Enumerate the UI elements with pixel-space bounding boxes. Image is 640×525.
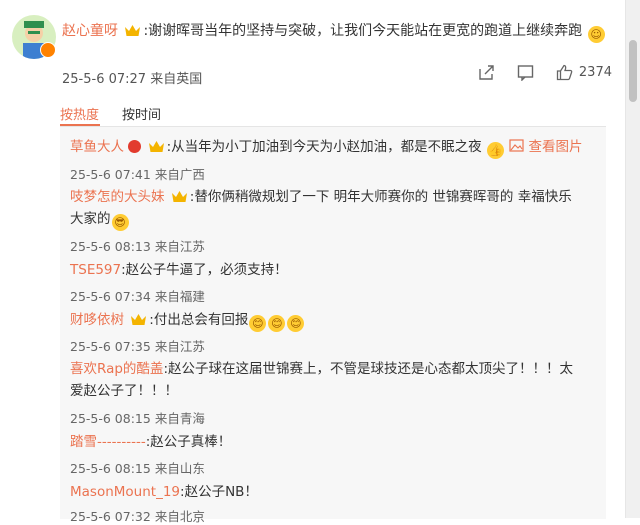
reply-timestamp: 25-5-6 07:34 — [70, 289, 151, 304]
reply-item: 财哆依树 :付出总会有回报 😊 😊 😊 — [70, 309, 610, 332]
reply-meta: 25-5-6 07:34 来自福建 — [70, 286, 205, 305]
crown-icon — [125, 25, 141, 36]
main-comment: 赵心童呀 :谢谢晖哥当年的坚持与突破，让我们今天能站在更宽的跑道上继续奔跑 ☺ — [62, 18, 622, 44]
reply-text: :赵公子牛逼了，必须支持！ — [121, 262, 288, 278]
reply-username[interactable]: 财哆依树 — [70, 312, 124, 328]
reply-location: 来自江苏 — [154, 239, 205, 254]
reply-item: 踏雪----------:赵公子真棒！ — [70, 431, 610, 453]
share-icon[interactable] — [478, 64, 495, 81]
reply-username[interactable]: TSE597 — [70, 262, 121, 278]
crown-icon — [171, 191, 187, 202]
reply-item: 草鱼大人 :从当年为小丁加油到今天为小赵加油，都是不眠之夜 👍 查看图片 — [70, 136, 610, 159]
scrollbar-thumb[interactable] — [629, 40, 637, 102]
reply-location: 来自江苏 — [154, 339, 205, 354]
reply-timestamp: 25-5-6 08:15 — [70, 461, 151, 476]
reply-username[interactable]: 吱梦怎的大头妹 — [70, 189, 165, 205]
reply-item: 吱梦怎的大头妹 :替你俩稍微规划了一下 明年大师赛你的 世锦赛晖哥的 幸福快乐 … — [70, 186, 610, 231]
main-comment-location: 来自英国 — [150, 72, 203, 87]
reply-text-continued: 大家的 — [70, 211, 111, 227]
reply-timestamp: 25-5-6 08:13 — [70, 239, 151, 254]
reply-timestamp: 25-5-6 07:35 — [70, 339, 151, 354]
like-count: 2374 — [578, 65, 612, 80]
like-button[interactable]: 2374 — [556, 64, 612, 81]
reply-username[interactable]: 草鱼大人 — [70, 139, 124, 155]
vip-badge-icon — [128, 140, 142, 153]
reply-text: :从当年为小丁加油到今天为小赵加油，都是不眠之夜 — [166, 139, 482, 155]
reply-username[interactable]: MasonMount_19 — [70, 484, 180, 500]
reply-timestamp: 25-5-6 08:15 — [70, 411, 151, 426]
smile-emoji-icon: ☺ — [587, 26, 605, 43]
reply-meta: 25-5-6 08:15 来自山东 — [70, 458, 205, 477]
reply-item: TSE597:赵公子牛逼了，必须支持！ — [70, 259, 610, 281]
main-comment-actions: 2374 — [478, 64, 612, 81]
reply-meta: 25-5-6 08:13 来自江苏 — [70, 236, 205, 255]
tab-sort-by-hot[interactable]: 按热度 — [60, 104, 99, 123]
reply-text: :赵公子NB！ — [180, 484, 258, 500]
reply-location: 来自北京 — [154, 509, 205, 524]
like-icon — [556, 64, 573, 81]
reply-username[interactable]: 踏雪---------- — [70, 434, 146, 450]
main-comment-timestamp: 25-5-6 07:27 — [62, 72, 147, 87]
reply-text: :替你俩稍微规划了一下 明年大师赛你的 世锦赛晖哥的 幸福快乐 — [189, 189, 572, 205]
reply-location: 来自福建 — [154, 289, 205, 304]
reply-meta: 25-5-6 08:15 来自青海 — [70, 408, 205, 427]
emoji-icon: 😊 — [249, 315, 267, 332]
reply-username[interactable]: 喜欢Rap的酷盖 — [70, 361, 163, 377]
reply-text: :赵公子真棒！ — [145, 434, 232, 450]
cool-emoji-icon: 😎 — [111, 214, 129, 231]
view-image-link[interactable]: 查看图片 — [529, 139, 583, 155]
main-comment-username[interactable]: 赵心童呀 — [62, 23, 118, 39]
reply-location: 来自山东 — [154, 461, 205, 476]
crown-icon — [148, 141, 164, 152]
reply-location: 来自广西 — [154, 167, 205, 182]
reply-text: :赵公子球在这届世锦赛上，不管是球技还是心态都太顶尖了！！！太 — [163, 361, 573, 377]
main-comment-meta: 25-5-6 07:27 来自英国 — [62, 68, 202, 87]
emoji-icon: 😊 — [268, 315, 286, 332]
tab-sort-by-time[interactable]: 按时间 — [122, 104, 161, 123]
thumbs-up-emoji-icon: 👍 — [486, 142, 504, 159]
page-scrollbar[interactable] — [625, 0, 640, 518]
reply-item: MasonMount_19:赵公子NB！ — [70, 481, 610, 503]
comment-icon[interactable] — [517, 64, 534, 81]
reply-timestamp: 25-5-6 07:32 — [70, 509, 151, 524]
crown-icon — [131, 314, 147, 325]
reply-meta: 25-5-6 07:41 来自广西 — [70, 164, 205, 183]
reply-meta: 25-5-6 07:32 来自北京 — [70, 506, 205, 525]
reply-item: 喜欢Rap的酷盖:赵公子球在这届世锦赛上，不管是球技还是心态都太顶尖了！！！太 … — [70, 358, 610, 402]
reply-text: :付出总会有回报 — [149, 312, 249, 328]
reply-text-continued: 爱赵公子了！！！ — [70, 383, 178, 399]
reply-timestamp: 25-5-6 07:41 — [70, 167, 151, 182]
image-icon — [509, 139, 524, 152]
verified-badge-icon — [40, 42, 56, 58]
emoji-icon: 😊 — [287, 315, 305, 332]
reply-location: 来自青海 — [154, 411, 205, 426]
reply-meta: 25-5-6 07:35 来自江苏 — [70, 336, 205, 355]
main-comment-text: :谢谢晖哥当年的坚持与突破，让我们今天能站在更宽的跑道上继续奔跑 — [143, 23, 583, 39]
